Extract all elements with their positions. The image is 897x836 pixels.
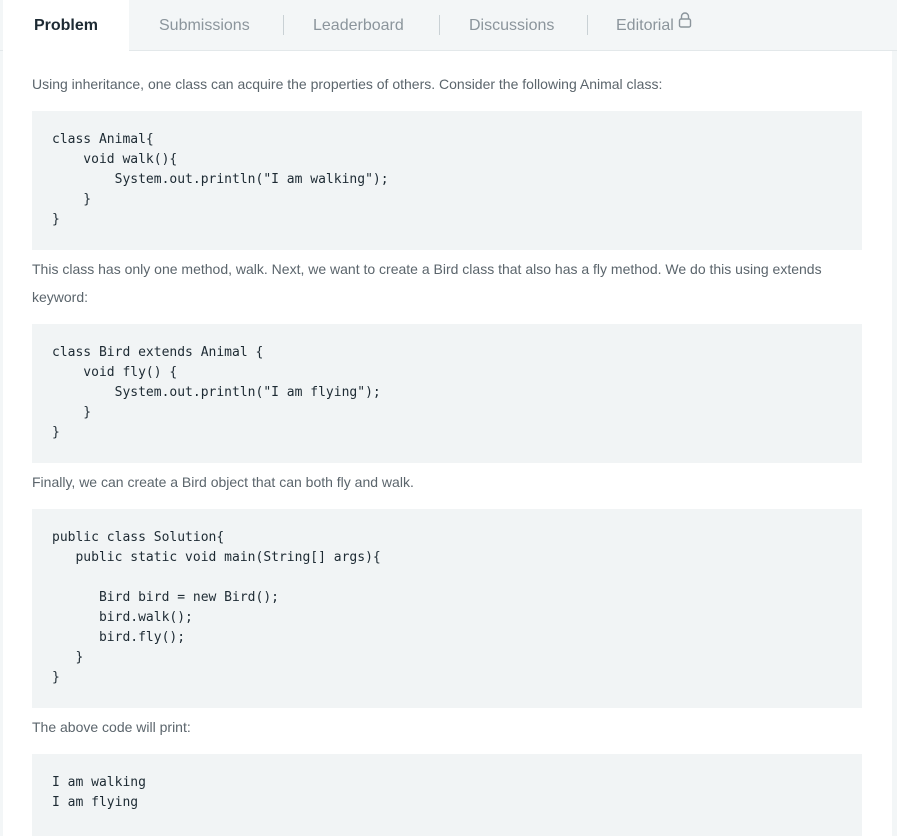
code-block-bird: class Bird extends Animal { void fly() {… — [32, 324, 862, 463]
tab-editorial-label: Editorial — [616, 17, 674, 34]
lock-icon — [678, 0, 692, 50]
code-block-solution: public class Solution{ public static voi… — [32, 509, 862, 708]
tab-divider — [439, 15, 440, 35]
bird-explanation-text: This class has only one method, walk. Ne… — [32, 261, 822, 305]
tab-divider — [283, 15, 284, 35]
tab-leaderboard[interactable]: Leaderboard — [313, 0, 404, 50]
tab-divider — [587, 15, 588, 35]
tab-discussions[interactable]: Discussions — [469, 0, 554, 50]
tab-submissions[interactable]: Submissions — [159, 0, 250, 50]
finally-text: Finally, we can create a Bird object tha… — [32, 474, 414, 490]
code-block-animal: class Animal{ void walk(){ System.out.pr… — [32, 111, 862, 250]
code-block-output: I am walking I am flying — [32, 754, 862, 836]
tab-problem[interactable]: Problem — [3, 0, 129, 51]
tab-editorial[interactable]: Editorial — [616, 0, 692, 50]
output-intro-text: The above code will print: — [32, 719, 191, 735]
problem-statement: Using inheritance, one class can acquire… — [3, 51, 892, 836]
intro-text: Using inheritance, one class can acquire… — [32, 76, 663, 92]
tab-bar: Problem Submissions Leaderboard Discussi… — [0, 0, 897, 51]
